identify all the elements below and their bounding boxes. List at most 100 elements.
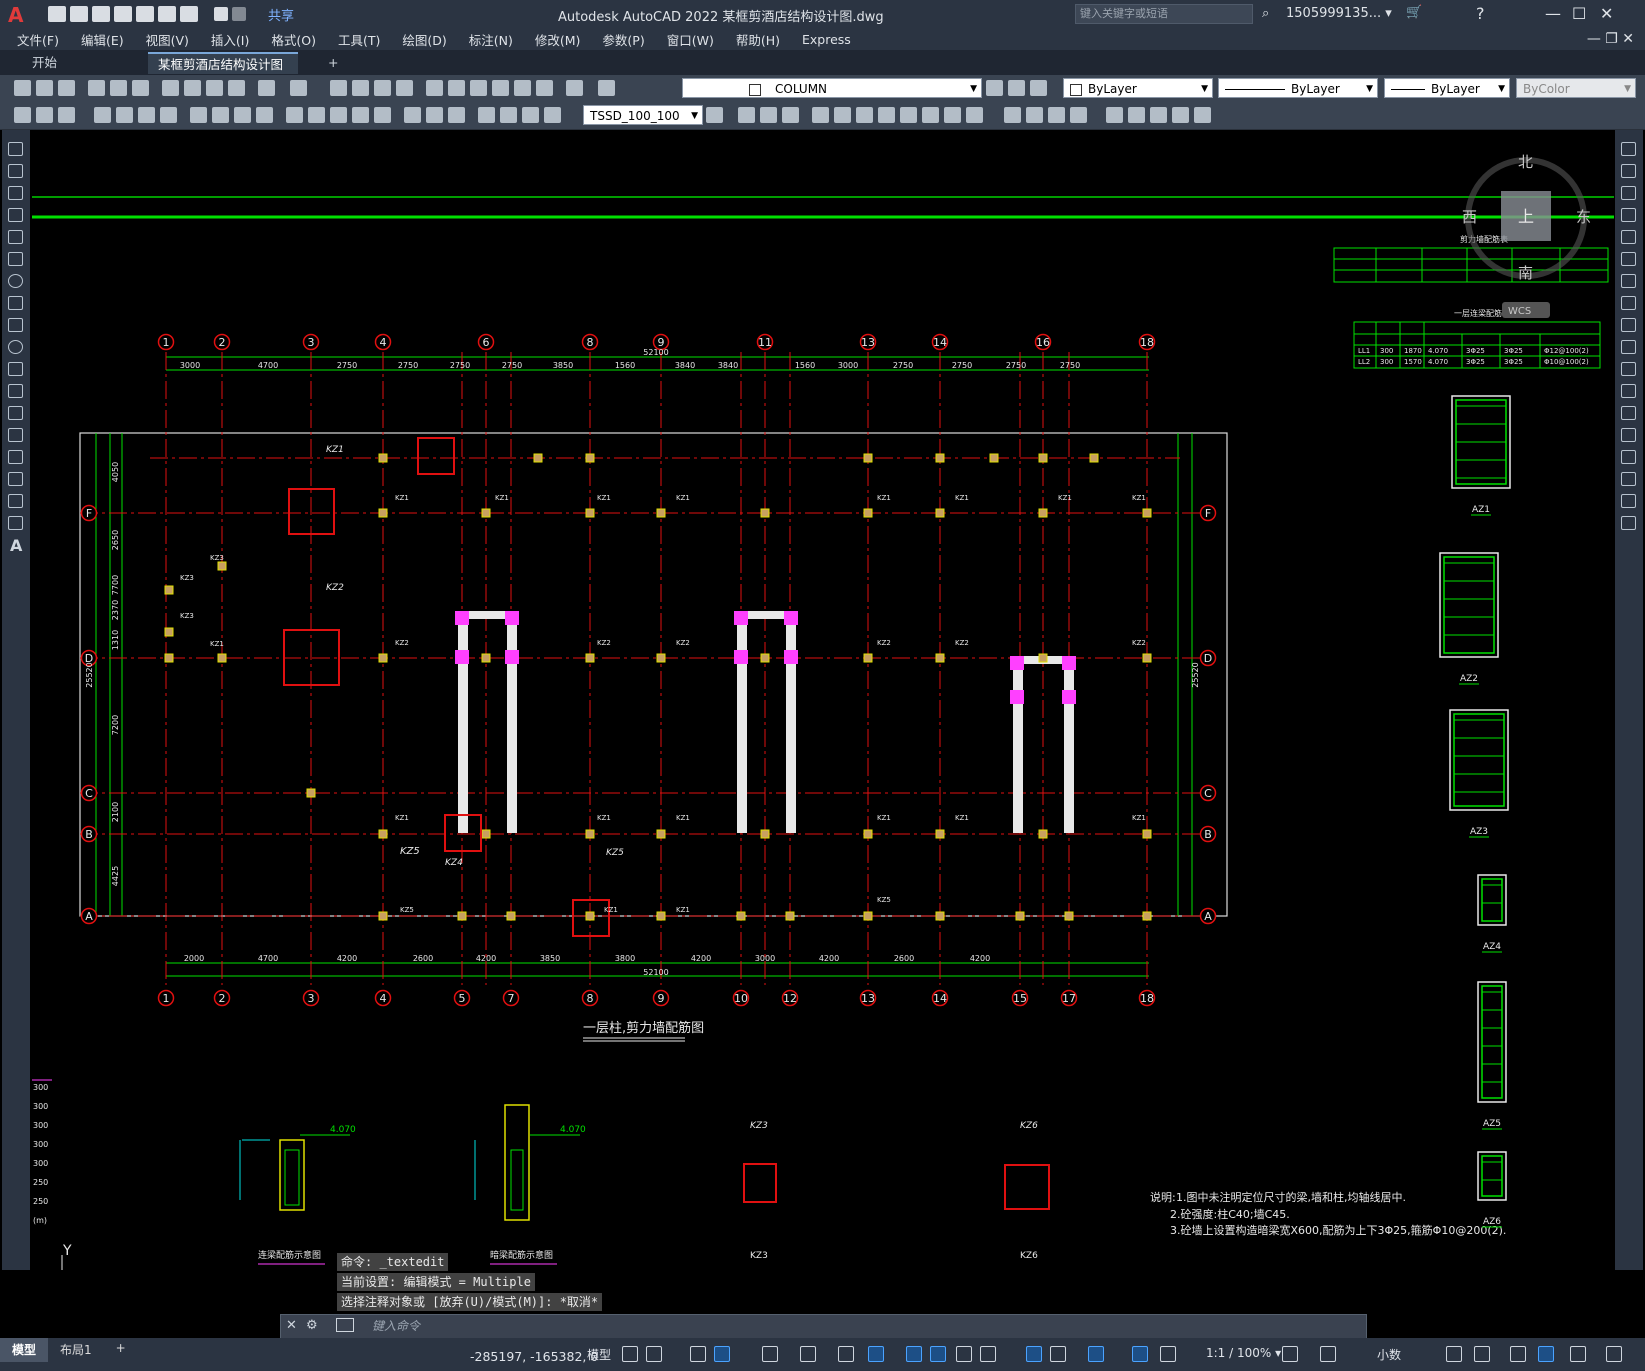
tool-d-icon[interactable] xyxy=(1172,107,1189,123)
new-icon[interactable] xyxy=(14,80,31,96)
menu-modify[interactable]: 修改(M) xyxy=(524,30,592,49)
revision-cloud-icon[interactable] xyxy=(8,296,23,310)
menu-edit[interactable]: 编辑(E) xyxy=(70,30,135,49)
menu-format[interactable]: 格式(O) xyxy=(260,30,327,49)
arc-length-icon[interactable] xyxy=(138,107,155,123)
open-icon[interactable] xyxy=(70,6,88,22)
linear-dim-icon[interactable] xyxy=(94,107,111,123)
viewcube-east[interactable]: 东 xyxy=(1576,208,1591,226)
cut-icon[interactable] xyxy=(162,80,179,96)
region-icon[interactable] xyxy=(8,494,23,508)
menu-help[interactable]: 帮助(H) xyxy=(725,30,791,49)
rectangle-icon[interactable] xyxy=(8,230,23,244)
viewcube-top[interactable]: 上 xyxy=(1518,207,1534,226)
object-snap-tracking-icon[interactable] xyxy=(838,1346,854,1362)
help-icon[interactable]: ? xyxy=(1476,4,1485,23)
menu-dimension[interactable]: 标注(N) xyxy=(458,30,524,49)
drawing-canvas[interactable]: 1 2 3 4 6 8 9 11 13 14 16 181 2 3 4 5 7 8 9 10 12 13 14 15 17 18F… xyxy=(32,130,1614,1270)
rotate-icon[interactable] xyxy=(1621,274,1636,288)
baseline-dim-icon[interactable] xyxy=(308,107,325,123)
3d-osnap-icon[interactable] xyxy=(980,1346,996,1362)
layer-previous-icon[interactable] xyxy=(1008,80,1025,96)
new-tab-button[interactable]: + xyxy=(318,52,348,74)
dim-break-icon[interactable] xyxy=(374,107,391,123)
center-mark-icon[interactable] xyxy=(426,107,443,123)
annotation-scale[interactable]: 1:1 / 100% ▾ xyxy=(1206,1346,1281,1360)
viewcube-south[interactable]: 南 xyxy=(1518,264,1533,282)
units-dropdown[interactable]: 小数 xyxy=(1377,1346,1401,1363)
add-layout-button[interactable]: + xyxy=(104,1338,138,1362)
layer-properties-icon[interactable] xyxy=(598,80,615,96)
dynamic-ucs-icon[interactable] xyxy=(1026,1346,1042,1362)
grid-icon[interactable] xyxy=(622,1346,638,1362)
object-snap-icon[interactable] xyxy=(868,1346,884,1362)
save-icon[interactable] xyxy=(92,6,110,22)
mirror-icon[interactable] xyxy=(782,107,799,123)
tab-layout1[interactable]: 布局1 xyxy=(48,1338,104,1362)
viewcube-west[interactable]: 西 xyxy=(1462,208,1477,226)
zoom-window-icon[interactable] xyxy=(374,80,391,96)
color-dropdown[interactable]: ByLayer ▼ xyxy=(1063,78,1213,98)
redo-icon[interactable] xyxy=(290,80,307,96)
hatch-icon[interactable] xyxy=(8,450,23,464)
undo-icon[interactable] xyxy=(258,80,275,96)
tool-1-icon[interactable] xyxy=(14,107,31,123)
make-current-icon[interactable] xyxy=(986,80,1003,96)
publish-icon[interactable] xyxy=(132,80,149,96)
join-icon[interactable] xyxy=(1621,428,1636,442)
sheet-set-icon[interactable] xyxy=(492,80,509,96)
new-icon[interactable] xyxy=(48,6,66,22)
annotation-monitor-icon[interactable] xyxy=(1320,1346,1336,1362)
make-block-icon[interactable] xyxy=(8,406,23,420)
break-icon[interactable] xyxy=(966,107,983,123)
zoom-realtime-icon[interactable] xyxy=(352,80,369,96)
wcs-label[interactable]: WCS xyxy=(1508,306,1531,317)
stretch-icon[interactable] xyxy=(900,107,917,123)
plot-icon[interactable] xyxy=(180,6,198,22)
explode-icon[interactable] xyxy=(1621,516,1636,530)
fillet-icon[interactable] xyxy=(1026,107,1043,123)
command-prompt-icon[interactable] xyxy=(336,1318,354,1332)
line-icon[interactable] xyxy=(8,142,23,156)
close-command-icon[interactable]: ✕ xyxy=(286,1318,297,1333)
ellipse-icon[interactable] xyxy=(8,340,23,354)
selection-cycling-icon[interactable] xyxy=(956,1346,972,1362)
tool-3-icon[interactable] xyxy=(58,107,75,123)
aligned-dim-icon[interactable] xyxy=(116,107,133,123)
search-input[interactable]: 键入关键字或短语 xyxy=(1075,4,1253,24)
save-as-icon[interactable] xyxy=(114,6,132,22)
tool-2-icon[interactable] xyxy=(36,107,53,123)
jogged-dim-icon[interactable] xyxy=(212,107,229,123)
stretch-icon[interactable] xyxy=(1621,318,1636,332)
mirror-icon[interactable] xyxy=(1621,186,1636,200)
paste-icon[interactable] xyxy=(206,80,223,96)
move-icon[interactable] xyxy=(738,107,755,123)
copy-object-icon[interactable] xyxy=(760,107,777,123)
search-icon[interactable]: ⌕ xyxy=(1262,6,1269,21)
isometric-icon[interactable] xyxy=(800,1346,816,1362)
scale-icon[interactable] xyxy=(1621,296,1636,310)
dim-style-manager-icon[interactable] xyxy=(706,107,723,123)
command-input[interactable] xyxy=(280,1314,1367,1340)
menu-draw[interactable]: 绘图(D) xyxy=(391,30,457,49)
plot-preview-icon[interactable] xyxy=(110,80,127,96)
menu-parametric[interactable]: 参数(P) xyxy=(591,30,655,49)
viewcube-north[interactable]: 北 xyxy=(1518,153,1533,171)
tool-c-icon[interactable] xyxy=(1150,107,1167,123)
array-icon[interactable] xyxy=(834,107,851,123)
customize-icon[interactable]: ⚙ xyxy=(306,1318,318,1333)
pan-icon[interactable] xyxy=(330,80,347,96)
arc-icon[interactable] xyxy=(8,252,23,266)
point-icon[interactable] xyxy=(8,428,23,442)
blend-icon[interactable] xyxy=(1621,494,1636,508)
annotation-visibility-icon[interactable] xyxy=(1132,1346,1148,1362)
calculator-icon[interactable] xyxy=(536,80,553,96)
match-properties-icon[interactable] xyxy=(228,80,245,96)
tool-e-icon[interactable] xyxy=(1194,107,1211,123)
dim-edit-icon[interactable] xyxy=(478,107,495,123)
lineweight-icon[interactable] xyxy=(906,1346,922,1362)
quick-properties-icon[interactable] xyxy=(1446,1346,1462,1362)
graphics-performance-icon[interactable] xyxy=(1538,1346,1554,1362)
construction-line-icon[interactable] xyxy=(8,164,23,178)
chamfer-icon[interactable] xyxy=(1621,450,1636,464)
